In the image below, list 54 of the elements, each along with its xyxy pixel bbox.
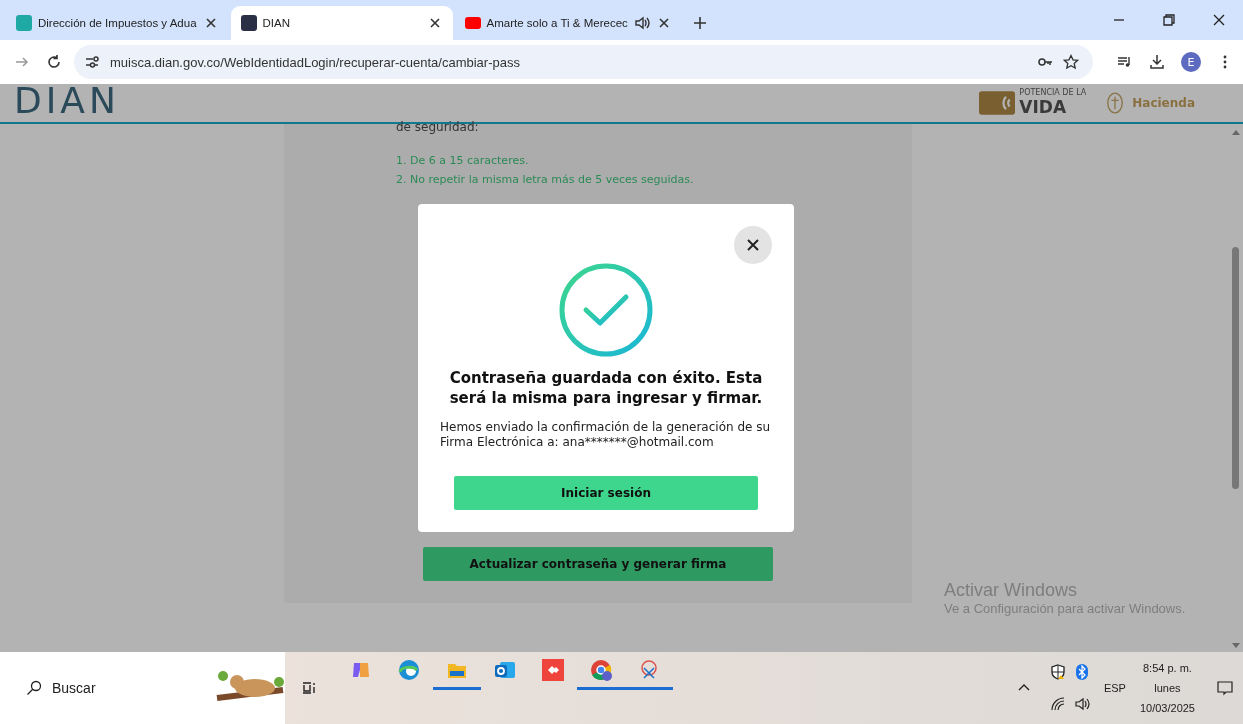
- new-tab-icon[interactable]: [691, 15, 708, 31]
- notification-icon[interactable]: [1217, 680, 1233, 696]
- site-icon: [240, 15, 257, 31]
- media-queue-icon[interactable]: [1117, 54, 1133, 70]
- signal-waves-icon: [979, 91, 1016, 115]
- browser-tab[interactable]: DIAN: [230, 6, 453, 40]
- restore-icon[interactable]: [1161, 12, 1177, 28]
- address-bar[interactable]: muisca.dian.gov.co/WebIdentidadLogin/recuperar-cuenta/cambiar-pass: [74, 45, 1093, 79]
- password-rule: 2. No repetir la misma letra más de 5 veces seguidas.: [396, 173, 695, 186]
- tab-title: Dirección de Impuestos y Adua: [38, 17, 197, 29]
- clock-time[interactable]: 8:54 p. m.: [1143, 662, 1192, 674]
- reload-icon[interactable]: [46, 54, 62, 70]
- slogan-title: VIDA: [1019, 97, 1068, 117]
- remote-desktop-app-icon[interactable]: [542, 658, 564, 681]
- browser-tab[interactable]: Dirección de Impuestos y Adua: [6, 6, 229, 40]
- download-icon[interactable]: [1149, 54, 1165, 70]
- clock-date[interactable]: 10/03/2025: [1139, 702, 1195, 714]
- search-icon: [26, 680, 42, 696]
- scroll-thumb[interactable]: [1232, 247, 1239, 489]
- tab-title: DIAN: [262, 17, 291, 29]
- ministry-name: Hacienda: [1132, 96, 1195, 110]
- check-circle-icon: [558, 262, 654, 358]
- taskbar-search[interactable]: Buscar: [0, 652, 285, 724]
- browser-app-icon[interactable]: [398, 658, 420, 681]
- scissors-icon[interactable]: [638, 658, 660, 681]
- clock-day[interactable]: lunes: [1154, 682, 1181, 694]
- instruction-text: de seguridad:: [396, 120, 480, 134]
- close-icon[interactable]: [1211, 12, 1227, 28]
- task-view-icon[interactable]: [301, 680, 317, 696]
- dialog-message: Hemos enviado la confirmación de la generación de su Firma Electrónica a: ana*******@hotmail.com: [440, 420, 772, 450]
- login-button[interactable]: Iniciar sesión: [454, 476, 758, 510]
- browser-tab[interactable]: Amarte solo a Ti & Merecec: [454, 6, 682, 40]
- crest-icon: [1106, 91, 1125, 115]
- bluetooth-icon[interactable]: [1073, 664, 1090, 680]
- speaker-icon[interactable]: [1073, 696, 1090, 712]
- password-rule: 1. De 6 a 15 caracteres.: [396, 154, 530, 167]
- language-indicator[interactable]: ESP: [1103, 682, 1126, 694]
- site-settings-icon[interactable]: [84, 54, 100, 70]
- browser-app-icon[interactable]: [590, 658, 612, 681]
- shield-warning-icon[interactable]: [1049, 664, 1066, 680]
- dialog-title: Contraseña guardada con éxito. Esta será la misma para ingresar y firmar.: [448, 368, 764, 408]
- tab-title: Amarte solo a Ti & Merecec: [486, 17, 628, 29]
- site-logo: DIAN: [14, 84, 120, 119]
- close-icon[interactable]: [745, 237, 761, 253]
- star-icon[interactable]: [1063, 54, 1079, 70]
- wifi-icon[interactable]: [1049, 696, 1066, 712]
- profile-avatar[interactable]: E: [1181, 52, 1201, 72]
- site-icon: [16, 15, 32, 31]
- close-button[interactable]: [734, 226, 772, 264]
- video-play-icon: [464, 17, 481, 29]
- url-text: muisca.dian.gov.co/WebIdentidadLogin/recuperar-cuenta/cambiar-pass: [110, 54, 520, 70]
- search-label: Buscar: [52, 680, 96, 696]
- update-password-button[interactable]: Actualizar contraseña y generar firma: [423, 547, 773, 581]
- slogan-text: POTENCIA DE LA: [1019, 89, 1087, 97]
